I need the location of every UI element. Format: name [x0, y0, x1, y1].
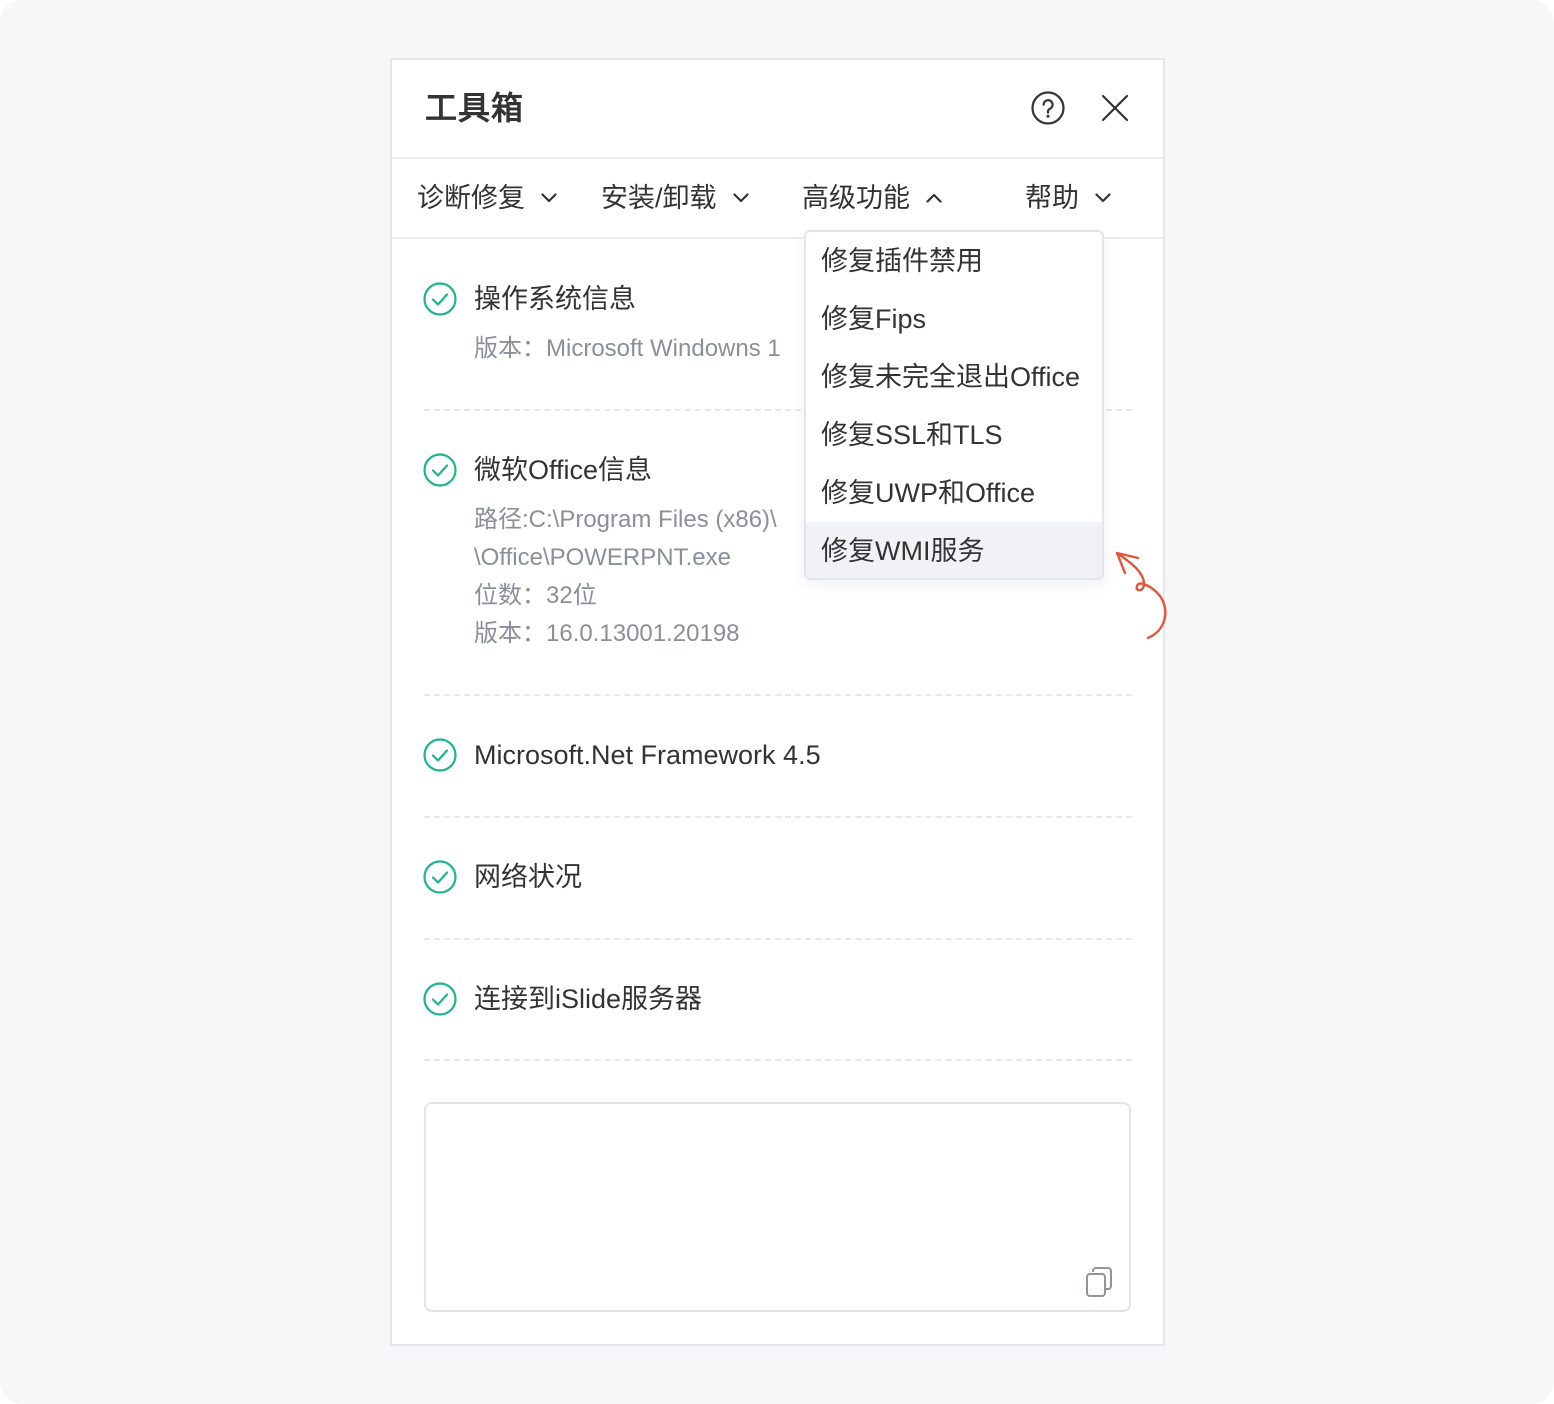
check-title: 微软Office信息 — [474, 455, 653, 485]
menu-install-uninstall[interactable]: 安装/卸载 — [601, 182, 749, 214]
menu-item-fix-fips[interactable]: 修复Fips — [806, 290, 1102, 348]
menu-label: 诊断修复 — [417, 183, 525, 213]
dashed-divider — [424, 938, 1132, 940]
chevron-up-icon — [926, 193, 942, 203]
check-circle-icon — [423, 453, 457, 487]
help-circle-icon[interactable] — [1031, 91, 1065, 125]
check-circle-icon — [423, 860, 457, 894]
check-title: 连接到iSlide服务器 — [474, 984, 703, 1014]
menu-item-fix-uwp-office[interactable]: 修复UWP和Office — [806, 464, 1102, 522]
check-title: 操作系统信息 — [474, 284, 636, 314]
close-icon[interactable] — [1101, 94, 1129, 122]
dashed-divider — [424, 694, 1132, 696]
check-item-network: 网络状况 — [423, 860, 1143, 900]
detail-line: 路径:C:\Program Files (x86)\ — [474, 506, 777, 533]
detail-line: 版本：16.0.13001.20198 — [474, 620, 740, 647]
curved-arrow-icon — [1115, 551, 1167, 640]
check-item-islide-server: 连接到iSlide服务器 — [423, 982, 1143, 1022]
check-details: 版本：Microsoft Windowns 1 — [474, 330, 781, 368]
check-item-dotnet: Microsoft.Net Framework 4.5 — [423, 738, 1143, 778]
menu-item-fix-office-not-exited[interactable]: 修复未完全退出Office — [806, 348, 1102, 406]
check-circle-icon — [423, 738, 457, 772]
menu-item-fix-ssl-tls[interactable]: 修复SSL和TLS — [806, 406, 1102, 464]
dialog-title: 工具箱 — [425, 90, 525, 126]
menu-label: 高级功能 — [802, 183, 910, 213]
result-output[interactable] — [426, 1104, 1129, 1310]
result-output-box — [424, 1102, 1131, 1312]
menu-label: 安装/卸载 — [601, 183, 717, 213]
chevron-down-icon — [732, 193, 749, 203]
dashed-divider — [424, 1059, 1132, 1061]
check-details: 路径:C:\Program Files (x86)\ \Office\POWER… — [474, 501, 777, 653]
copy-icon[interactable] — [1084, 1266, 1114, 1298]
advanced-features-dropdown: 修复插件禁用 修复Fips 修复未完全退出Office 修复SSL和TLS 修复… — [804, 230, 1104, 580]
check-circle-icon — [423, 282, 457, 316]
dashed-divider — [424, 816, 1132, 818]
detail-line: \Office\POWERPNT.exe — [474, 544, 731, 571]
detail-line: 位数：32位 — [474, 582, 597, 609]
menu-advanced-features[interactable]: 高级功能 — [802, 182, 942, 214]
menu-item-fix-addin-disabled[interactable]: 修复插件禁用 — [806, 232, 1102, 290]
check-title: 网络状况 — [474, 862, 582, 892]
detail-line: 版本：Microsoft Windowns 1 — [474, 335, 781, 362]
check-circle-icon — [423, 982, 457, 1016]
header-divider — [392, 157, 1163, 159]
menu-diagnose-repair[interactable]: 诊断修复 — [417, 182, 557, 214]
chevron-down-icon — [541, 193, 557, 203]
menu-help[interactable]: 帮助 — [1025, 182, 1111, 214]
toolbox-dialog: 工具箱 诊断修复 安装/卸载 高级功能 帮助 操作系统信息 版本：Microso… — [390, 58, 1165, 1346]
chevron-down-icon — [1095, 193, 1111, 203]
menu-label: 帮助 — [1025, 183, 1079, 213]
check-title: Microsoft.Net Framework 4.5 — [474, 740, 821, 770]
menu-item-fix-wmi-service[interactable]: 修复WMI服务 — [806, 522, 1102, 578]
